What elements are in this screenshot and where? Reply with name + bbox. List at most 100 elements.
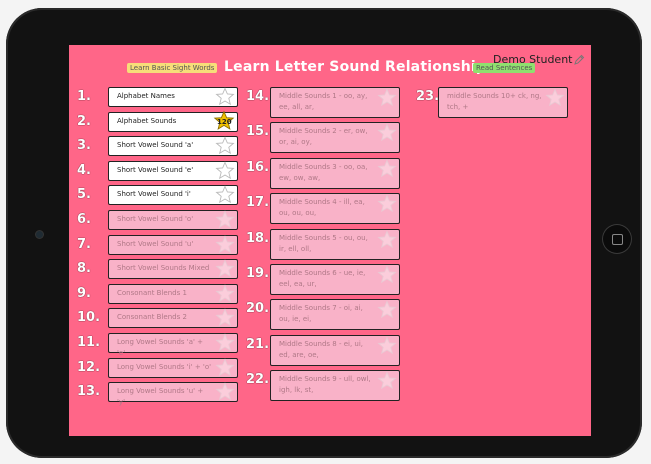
star-outline-icon: [215, 382, 235, 401]
lesson-item[interactable]: 19. Middle Sounds 6 - ue, ie, eel, ea, ur…: [246, 264, 400, 295]
lesson-number: 4.: [77, 162, 91, 178]
lesson-card-locked[interactable]: Consonant Blends 2: [108, 308, 238, 329]
lesson-item[interactable]: 12. Long Vowel Sounds 'i' + 'o': [77, 357, 238, 378]
star-outline-icon: [215, 284, 235, 302]
sight-words-link[interactable]: Learn Basic Sight Words: [127, 63, 218, 73]
lesson-card-locked[interactable]: Long Vowel Sounds 'a' + 'e': [108, 333, 238, 357]
lesson-card-locked[interactable]: Middle Sounds 4 - ill, ea, ou, ou, ou,: [270, 193, 400, 225]
lesson-item[interactable]: 10. Consonant Blends 2: [77, 308, 238, 329]
lesson-card-locked[interactable]: Middle Sounds 2 - er, ow, or, ai, oy,: [270, 122, 400, 154]
lesson-card-locked[interactable]: Consonant Blends 1: [108, 283, 238, 304]
lesson-label: Consonant Blends 2: [117, 313, 187, 322]
lesson-card-locked[interactable]: Middle Sounds 1 - oo, ay, ee, all, ar,: [270, 87, 400, 118]
home-button-icon[interactable]: [602, 224, 632, 254]
star-outline-icon: [215, 136, 235, 155]
star-outline-icon: [377, 159, 397, 177]
lesson-label: Middle Sounds 7 - oi, ai, ou, ie, ei,: [279, 304, 363, 324]
lesson-item[interactable]: 20. Middle Sounds 7 - oi, ai, ou, ie, ei,: [246, 299, 400, 331]
lesson-label: Short Vowel Sound 'i': [117, 190, 191, 199]
lesson-card-locked[interactable]: Middle Sounds 3 - oo, oa, ew, ow, aw,: [270, 157, 400, 189]
lesson-card-locked[interactable]: Short Vowel Sounds Mixed: [108, 259, 238, 280]
lesson-card-locked[interactable]: Short Vowel Sound 'o': [108, 210, 238, 230]
lesson-item[interactable]: 3. Short Vowel Sound 'a': [77, 136, 238, 157]
lesson-card[interactable]: Alphabet Names: [108, 87, 238, 107]
tablet-frame: Learn Basic Sight Words Learn Letter Sou…: [6, 8, 642, 458]
lesson-item[interactable]: 9. Consonant Blends 1: [77, 283, 238, 304]
lesson-number: 8.: [77, 261, 91, 277]
lesson-card[interactable]: Short Vowel Sound 'a': [108, 136, 238, 157]
lesson-card-locked[interactable]: middle Sounds 10+ ck, ng, tch, +: [438, 87, 568, 118]
app-screen: Learn Basic Sight Words Learn Letter Sou…: [69, 45, 591, 436]
lesson-label: Short Vowel Sound 'o': [117, 215, 194, 223]
page-title: Learn Letter Sound Relationships: [224, 59, 495, 75]
lesson-item[interactable]: 11. Long Vowel Sounds 'a' + 'e': [77, 333, 238, 357]
star-count: 120: [217, 117, 232, 126]
lesson-card-locked[interactable]: Middle Sounds 6 - ue, ie, eel, ea, ur,: [270, 264, 400, 295]
lesson-card-locked[interactable]: Short Vowel Sound 'u': [108, 234, 238, 255]
lesson-item[interactable]: 2. Alphabet Sounds 120: [77, 110, 238, 132]
lesson-item[interactable]: 16. Middle Sounds 3 - oo, oa, ew, ow, aw,: [246, 157, 400, 189]
star-outline-icon: [215, 357, 235, 376]
star-outline-icon: [377, 336, 397, 354]
lesson-item[interactable]: 5. Short Vowel Sound 'i': [77, 185, 238, 206]
lesson-label: Middle Sounds 4 - ill, ea, ou, ou, ou,: [279, 198, 365, 218]
lesson-label: Short Vowel Sound 'e': [117, 165, 194, 174]
lesson-item[interactable]: 18. Middle Sounds 5 - ou, ou, ir, ell, ol…: [246, 228, 400, 260]
lesson-label: Alphabet Names: [117, 92, 175, 100]
lesson-label: Middle Sounds 6 - ue, ie, eel, ea, ur,: [279, 269, 366, 288]
lesson-item[interactable]: 22. Middle Sounds 9 - ull, owl, igh, lk, …: [246, 370, 400, 402]
lesson-number: 10.: [77, 310, 101, 326]
lesson-item[interactable]: 1. Alphabet Names: [77, 87, 238, 107]
lesson-number: 5.: [77, 187, 91, 203]
lesson-card[interactable]: Short Vowel Sound 'e': [108, 160, 238, 181]
lesson-card-locked[interactable]: Long Vowel Sounds 'i' + 'o': [108, 357, 238, 378]
lesson-number: 9.: [77, 285, 91, 301]
lesson-label: Short Vowel Sounds Mixed: [117, 264, 210, 273]
lesson-card-locked[interactable]: Middle Sounds 5 - ou, ou, ir, ell, oll,: [270, 228, 400, 260]
lesson-number: 1.: [77, 89, 91, 104]
star-outline-icon: [377, 371, 397, 390]
lesson-item[interactable]: 8. Short Vowel Sounds Mixed: [77, 259, 238, 280]
lesson-card[interactable]: Alphabet Sounds 120: [108, 110, 238, 132]
star-outline-icon: [377, 194, 397, 213]
lesson-label: Middle Sounds 8 - ei, ui, ed, are, oe,: [279, 339, 363, 359]
lesson-number: 2.: [77, 113, 91, 129]
star-outline-icon: [215, 87, 235, 106]
star-outline-icon: [215, 210, 235, 229]
star-outline-icon: [215, 259, 235, 278]
lesson-card-locked[interactable]: Middle Sounds 8 - ei, ui, ed, are, oe,: [270, 334, 400, 366]
lesson-label: Middle Sounds 5 - ou, ou, ir, ell, oll,: [279, 233, 368, 253]
lesson-number: 6.: [77, 212, 91, 227]
lesson-item[interactable]: 17. Middle Sounds 4 - ill, ea, ou, ou, ou…: [246, 193, 400, 225]
lesson-card-locked[interactable]: Long Vowel Sounds 'u' + 'y': [108, 382, 238, 406]
star-outline-icon: [377, 300, 397, 319]
lesson-item[interactable]: 6. Short Vowel Sound 'o': [77, 210, 238, 230]
star-outline-icon: [377, 229, 397, 248]
lesson-label: Consonant Blends 1: [117, 288, 187, 297]
star-outline-icon: [215, 333, 235, 352]
lesson-card-locked[interactable]: Middle Sounds 9 - ull, owl, igh, lk, st,: [270, 370, 400, 402]
star-outline-icon: [377, 123, 397, 142]
lesson-card-locked[interactable]: Middle Sounds 7 - oi, ai, ou, ie, ei,: [270, 299, 400, 331]
lesson-label: Short Vowel Sound 'u': [117, 239, 194, 248]
pencil-icon[interactable]: [573, 54, 585, 66]
star-outline-icon: [377, 265, 397, 284]
lesson-card[interactable]: Short Vowel Sound 'i': [108, 185, 238, 206]
lesson-item[interactable]: 21. Middle Sounds 8 - ei, ui, ed, are, oe…: [246, 334, 400, 366]
star-outline-icon: [377, 88, 397, 107]
lesson-item[interactable]: 13. Long Vowel Sounds 'u' + 'y': [77, 382, 238, 406]
lesson-item[interactable]: 14. Middle Sounds 1 - oo, ay, ee, all, ar…: [246, 87, 400, 118]
lesson-number: 3.: [77, 138, 91, 154]
lesson-number: 11.: [77, 335, 101, 350]
lesson-item[interactable]: 23. middle Sounds 10+ ck, ng, tch, +: [416, 87, 568, 118]
camera-icon: [36, 231, 43, 238]
lesson-item[interactable]: 15. Middle Sounds 2 - er, ow, or, ai, oy,: [246, 122, 400, 154]
lesson-label: Middle Sounds 1 - oo, ay, ee, all, ar,: [279, 92, 368, 111]
header: Learn Basic Sight Words Learn Letter Sou…: [69, 45, 591, 85]
lesson-label: Short Vowel Sound 'a': [117, 141, 194, 150]
lesson-item[interactable]: 4. Short Vowel Sound 'e': [77, 160, 238, 181]
lesson-item[interactable]: 7. Short Vowel Sound 'u': [77, 234, 238, 255]
lesson-label: Alphabet Sounds: [117, 116, 177, 125]
lesson-number: 12.: [77, 359, 101, 375]
star-outline-icon: [215, 308, 235, 327]
